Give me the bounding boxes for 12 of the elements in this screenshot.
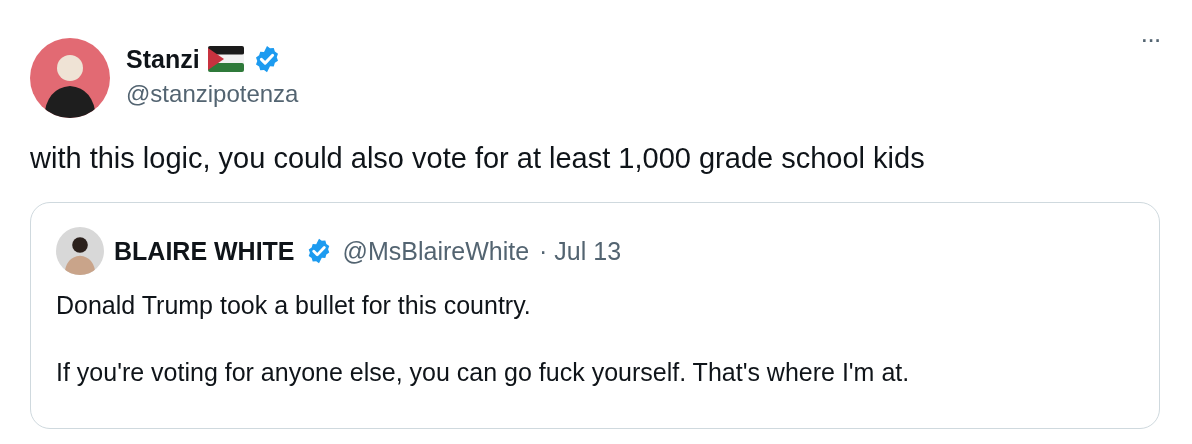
more-options-button[interactable]: ··· <box>1140 24 1160 55</box>
quote-tweet-card[interactable]: BLAIRE WHITE @MsBlaireWhite · Jul 13 Donald Trump took a bullet for this country. If you're voting for anyone else, you can go fuck yourself. That's where I'm at. <box>30 202 1160 430</box>
flag-icon <box>207 46 244 72</box>
author-name[interactable]: Stanzi <box>126 44 200 74</box>
tweet-text: with this logic, you could also vote for at least 1,000 grade school kids <box>30 141 926 176</box>
quote-text: Donald Trump took a bullet for this country. <box>56 290 532 322</box>
quote-text: If you're voting for anyone else, you can go fuck yourself. That's where I'm at. <box>56 356 911 388</box>
author-handle[interactable]: @stanzipotenza <box>126 80 1124 108</box>
quote-date: · Jul 13 <box>539 236 622 266</box>
quote-author-handle[interactable]: @MsBlaireWhite <box>342 236 530 266</box>
quote-author-name[interactable]: BLAIRE WHITE <box>114 236 295 266</box>
avatar[interactable] <box>56 227 104 276</box>
